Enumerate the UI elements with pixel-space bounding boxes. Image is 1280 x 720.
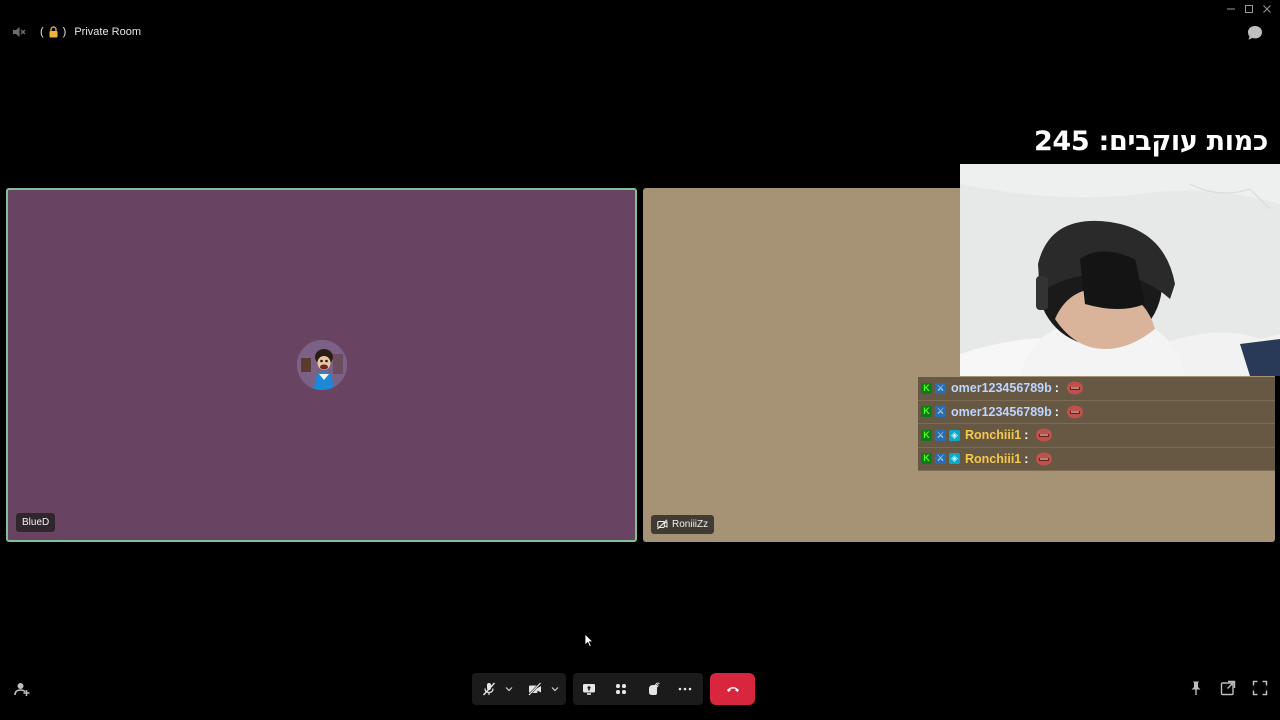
moderator-badge-icon: ⚔ — [935, 453, 946, 465]
participant-name-tag: BlueD — [16, 513, 56, 532]
kick-badge-icon: K — [921, 429, 932, 441]
mic-muted-icon — [482, 682, 496, 696]
camera-options-button[interactable] — [548, 673, 562, 705]
chat-icon[interactable] — [1246, 24, 1264, 42]
chat-username: Ronchiii1 — [965, 451, 1022, 466]
moderator-badge-icon: ⚔ — [935, 382, 946, 394]
chat-separator: : — [1054, 404, 1059, 419]
participant-name-tag: RoniiiZz — [651, 515, 715, 534]
pin-icon[interactable] — [1188, 680, 1204, 696]
top-bar: ( ) Private Room — [12, 22, 141, 42]
followers-counter: כמות עוקבים: 245 — [1033, 126, 1268, 157]
vip-badge-icon: ◈ — [949, 429, 960, 441]
room-title: ( ) Private Room — [40, 26, 141, 38]
minimize-icon[interactable] — [1222, 2, 1240, 16]
red-face-emote-icon — [1035, 452, 1053, 466]
chevron-down-icon — [505, 686, 513, 692]
more-icon — [678, 687, 692, 691]
chat-username: omer123456789b — [951, 381, 1052, 396]
chevron-down-icon — [551, 686, 559, 692]
participant-name: RoniiiZz — [672, 519, 709, 530]
chat-username: Ronchiii1 — [965, 428, 1022, 443]
window-controls — [1222, 2, 1276, 16]
mouse-cursor-icon — [584, 633, 594, 648]
maximize-icon[interactable] — [1240, 2, 1258, 16]
avatar — [297, 340, 347, 390]
room-title-paren-open: ( — [40, 26, 44, 38]
soundboard-button[interactable] — [637, 673, 669, 705]
webcam-overlay — [960, 164, 1280, 376]
activity-controls-group — [573, 673, 703, 705]
mic-options-button[interactable] — [502, 673, 516, 705]
moderator-badge-icon: ⚔ — [935, 406, 946, 418]
camera-toggle-button[interactable] — [516, 673, 548, 705]
add-user-icon[interactable] — [14, 681, 30, 697]
close-icon[interactable] — [1258, 2, 1276, 16]
chat-separator: : — [1054, 381, 1059, 396]
activities-icon — [614, 682, 628, 696]
kick-badge-icon: K — [921, 406, 932, 418]
camera-off-icon — [528, 682, 542, 696]
speaker-muted-icon[interactable] — [12, 25, 26, 39]
chat-separator: : — [1024, 451, 1029, 466]
chat-message: K ⚔ omer123456789b : — [918, 400, 1275, 424]
popout-icon[interactable] — [1220, 680, 1236, 696]
room-name: Private Room — [74, 26, 141, 38]
red-face-emote-icon — [1066, 405, 1084, 419]
chat-message: K ⚔ ◈ Ronchiii1 : — [918, 424, 1275, 448]
participant-name: BlueD — [22, 517, 50, 528]
camera-off-icon — [657, 519, 668, 530]
vip-badge-icon: ◈ — [949, 453, 960, 465]
screen-share-icon — [582, 682, 596, 696]
room-title-paren-close: ) — [62, 26, 67, 38]
more-options-button[interactable] — [669, 673, 701, 705]
red-face-emote-icon — [1066, 381, 1084, 395]
chat-message: K ⚔ ◈ Ronchiii1 : — [918, 447, 1275, 471]
kick-badge-icon: K — [921, 382, 932, 394]
kick-badge-icon: K — [921, 453, 932, 465]
mic-toggle-button[interactable] — [472, 673, 502, 705]
activities-button[interactable] — [605, 673, 637, 705]
soundboard-icon — [646, 682, 660, 696]
phone-hangup-icon — [726, 685, 740, 693]
view-controls — [1188, 680, 1268, 696]
chat-separator: : — [1024, 428, 1029, 443]
chat-username: omer123456789b — [951, 404, 1052, 419]
red-face-emote-icon — [1035, 428, 1053, 442]
leave-call-button[interactable] — [710, 673, 755, 705]
lock-icon — [48, 26, 59, 38]
participant-tile-bluED[interactable]: BlueD — [6, 188, 637, 542]
chat-message: K ⚔ omer123456789b : — [918, 377, 1275, 401]
moderator-badge-icon: ⚔ — [935, 429, 946, 441]
media-controls-group — [472, 673, 566, 705]
fullscreen-icon[interactable] — [1252, 680, 1268, 696]
screen-share-button[interactable] — [573, 673, 605, 705]
stream-chat-overlay: K ⚔ omer123456789b : K ⚔ omer123456789b … — [918, 377, 1275, 471]
